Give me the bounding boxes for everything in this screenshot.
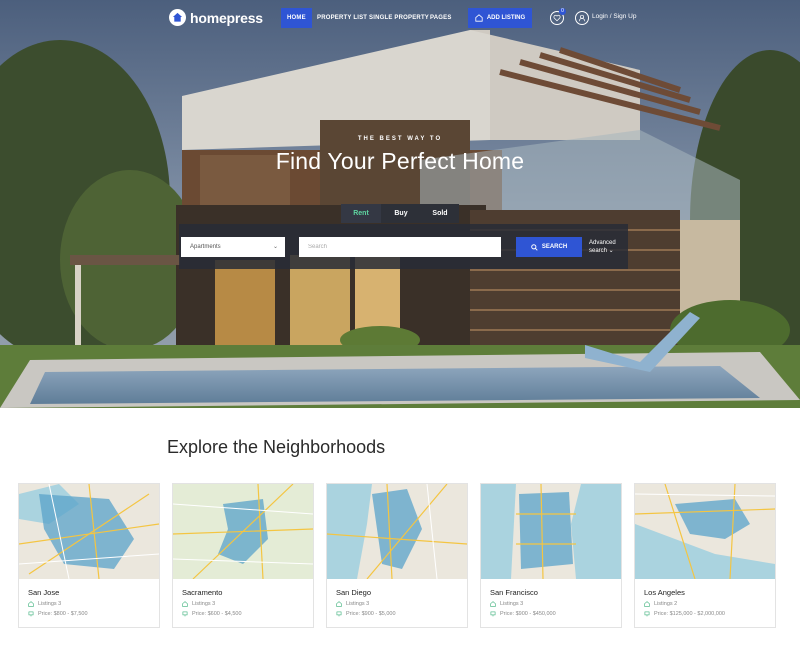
search-button[interactable]: SEARCH [516,237,582,257]
chevron-down-icon: ⌄ [272,244,278,250]
nav-home[interactable]: HOME [281,8,312,28]
user-icon[interactable] [575,11,589,25]
price-tag-icon [490,611,496,617]
neighborhood-card-san-francisco[interactable]: San Francisco Listings 3 Price: $900 - $… [480,483,622,628]
price-label: Price: $800 - $7,500 [38,611,88,617]
add-listing-button[interactable]: ADD LISTING [468,8,532,28]
listings-label: Listings 3 [346,601,370,607]
home-icon [336,601,342,607]
listings-label: Listings 3 [500,601,524,607]
listings-label: Listings 3 [192,601,216,607]
tab-sold[interactable]: Sold [421,204,459,223]
nav-pages[interactable]: PAGES [424,8,458,28]
hero-headline: Find Your Perfect Home [275,148,525,174]
map-thumbnail [635,484,775,579]
listings-label: Listings 2 [654,601,678,607]
price-range: Price: $900 - $450,000 [490,611,556,617]
property-type-select[interactable]: Apartments ⌄ [181,237,285,257]
price-range: Price: $600 - $4,500 [182,611,242,617]
search-input[interactable] [299,237,501,257]
advanced-search-link[interactable]: Advanced search ⌄ [589,239,616,255]
tab-rent[interactable]: Rent [341,204,381,223]
price-tag-icon [182,611,188,617]
listings-count: Listings 3 [490,601,523,607]
heart-icon [553,14,561,22]
neighborhood-card-san-diego[interactable]: San Diego Listings 3 Price: $900 - $5,00… [326,483,468,628]
login-signup-link[interactable]: Login / Sign Up [592,13,636,20]
neighborhood-name: San Jose [28,588,60,597]
neighborhood-name: San Francisco [490,588,538,597]
add-listing-label: ADD LISTING [486,15,526,21]
map-thumbnail [481,484,621,579]
favorites-count-badge: 0 [559,8,566,15]
price-label: Price: $900 - $450,000 [500,611,556,617]
price-range: Price: $125,000 - $2,000,000 [644,611,725,617]
price-range: Price: $800 - $7,500 [28,611,88,617]
top-nav: homepress HOME PROPERTY LIST SINGLE PROP… [0,0,800,36]
price-label: Price: $125,000 - $2,000,000 [654,611,725,617]
listings-count: Listings 2 [644,601,677,607]
map-thumbnail [173,484,313,579]
home-icon [182,601,188,607]
house-icon [169,9,186,26]
neighborhood-card-sacramento[interactable]: Sacramento Listings 3 Price: $600 - $4,5… [172,483,314,628]
home-icon [28,601,34,607]
section-title: Explore the Neighborhoods [167,437,386,457]
hero-banner: homepress HOME PROPERTY LIST SINGLE PROP… [0,0,800,408]
home-plus-icon [475,14,483,22]
listings-count: Listings 3 [182,601,215,607]
price-label: Price: $900 - $5,000 [346,611,396,617]
listings-count: Listings 3 [336,601,369,607]
neighborhood-name: Sacramento [182,588,223,597]
tab-buy[interactable]: Buy [381,204,421,223]
advanced-label-line2: search ⌄ [589,248,614,254]
map-thumbnail [19,484,159,579]
property-type-value: Apartments [190,244,221,250]
price-label: Price: $600 - $4,500 [192,611,242,617]
listings-label: Listings 3 [38,601,62,607]
listings-count: Listings 3 [28,601,61,607]
price-range: Price: $900 - $5,000 [336,611,396,617]
price-tag-icon [336,611,342,617]
brand-name: homepress [190,9,263,26]
search-bar: Apartments ⌄ SEARCH Advanced search ⌄ [179,224,628,269]
search-button-label: SEARCH [541,244,568,250]
advanced-label-line1: Advanced [589,240,616,246]
listing-type-tabs: Rent Buy Sold [341,204,459,223]
hero-eyebrow: THE BEST WAY TO [357,136,443,142]
price-tag-icon [644,611,650,617]
neighborhood-name: Los Angeles [644,588,685,597]
home-icon [490,601,496,607]
neighborhood-name: San Diego [336,588,372,597]
logo[interactable]: homepress [169,9,263,26]
neighborhood-card-san-jose[interactable]: San Jose Listings 3 Price: $800 - $7,500 [18,483,160,628]
map-thumbnail [327,484,467,579]
neighborhood-cards: San Jose Listings 3 Price: $800 - $7,500… [18,483,782,629]
neighborhood-card-los-angeles[interactable]: Los Angeles Listings 2 Price: $125,000 -… [634,483,776,628]
search-icon [531,243,538,251]
home-icon [644,601,650,607]
price-tag-icon [28,611,34,617]
